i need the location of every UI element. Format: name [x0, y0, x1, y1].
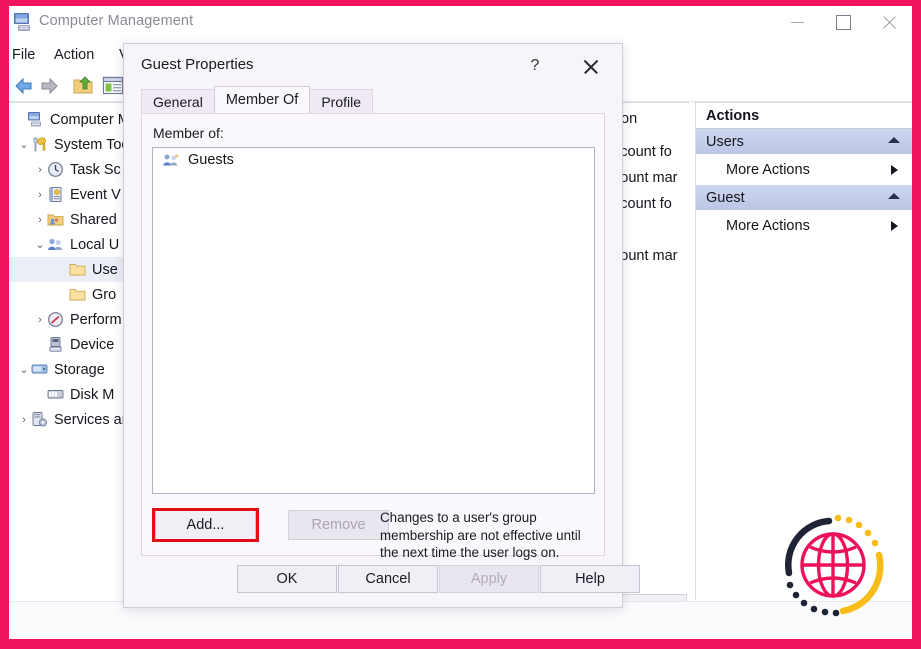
action-label: More Actions [726, 218, 810, 234]
window-titlebar: Computer Management [9, 6, 912, 43]
tree-node-label: Gro [92, 286, 117, 303]
globe-logo [767, 499, 899, 631]
up-folder-icon[interactable] [72, 75, 94, 101]
member-of-button-row: Add... Remove Changes to a user's group … [152, 508, 596, 560]
tree-node-label: Use [92, 261, 118, 278]
member-of-label: Member of: [153, 125, 224, 141]
list-item[interactable]: Guests [153, 148, 594, 172]
tree-node-label: Storage [54, 361, 105, 378]
twisty-icon[interactable]: › [33, 314, 47, 326]
tree-node-label: Shared [70, 211, 117, 228]
maximize-button[interactable] [820, 6, 866, 39]
tree-node-label: Disk M [70, 386, 115, 403]
computer-icon [27, 111, 44, 128]
shared-folders-icon [47, 211, 64, 228]
submenu-caret-icon[interactable] [891, 221, 898, 231]
screen-root: Computer Management File Action V [0, 0, 921, 649]
close-icon [582, 58, 599, 75]
help-button[interactable]: Help [540, 565, 640, 593]
collapse-caret-icon[interactable] [888, 137, 900, 143]
window-title: Computer Management [39, 13, 194, 29]
event-viewer-icon [47, 186, 64, 203]
maximize-icon [835, 15, 851, 30]
performance-icon [47, 311, 64, 328]
tree-node-label: Event V [70, 186, 121, 203]
tree-node-label: Task Sc [70, 161, 121, 178]
folder-icon [69, 261, 86, 278]
tree-node-label: Perform [70, 311, 122, 328]
list-item-label: Guests [188, 152, 234, 168]
dialog-tabstrip: General Member Of Profile [141, 86, 374, 113]
frame-left-border [0, 0, 9, 649]
dialog-footer: OK Cancel Apply Help [124, 561, 640, 607]
frame-top-border [0, 0, 921, 6]
dialog-close-button[interactable] [573, 52, 607, 80]
actions-pane-title: Actions [696, 103, 912, 129]
actions-group-label: Users [706, 133, 744, 150]
tree-node-label: Device [70, 336, 115, 353]
twisty-icon[interactable]: › [33, 164, 47, 176]
action-more-actions-users[interactable]: More Actions [696, 155, 912, 185]
close-button[interactable] [866, 6, 912, 39]
ok-button[interactable]: OK [237, 565, 337, 593]
frame-bottom-border [0, 639, 921, 649]
collapse-caret-icon[interactable] [888, 193, 900, 199]
services-applications-icon [31, 411, 48, 428]
device-manager-icon [47, 336, 64, 353]
storage-icon [31, 361, 48, 378]
forward-arrow-icon[interactable] [38, 76, 60, 101]
tree-node-label: Local U [70, 236, 120, 253]
twisty-icon[interactable]: › [17, 414, 31, 426]
back-arrow-icon[interactable] [13, 76, 35, 101]
dialog-help-button[interactable]: ? [520, 52, 550, 80]
tree-node-label: System Too [54, 136, 130, 153]
menu-file[interactable]: File [12, 47, 35, 63]
computer-management-icon [12, 12, 34, 32]
add-button-highlight [152, 508, 259, 542]
list-column-header-description[interactable]: on [621, 111, 637, 127]
local-users-groups-icon [47, 236, 64, 253]
guest-properties-dialog: Guest Properties ? General Member Of Pro… [123, 43, 640, 608]
action-label: More Actions [726, 162, 810, 178]
disk-management-icon [47, 386, 64, 403]
tab-member-of[interactable]: Member Of [213, 86, 311, 113]
tree-node-label: Services an [54, 411, 130, 428]
actions-group-label: Guest [706, 189, 745, 206]
submenu-caret-icon[interactable] [891, 165, 898, 175]
minimize-icon [790, 21, 804, 24]
remove-button: Remove [288, 510, 389, 540]
tab-profile[interactable]: Profile [309, 89, 374, 113]
group-icon [162, 152, 180, 168]
member-of-listbox[interactable]: Guests [152, 147, 595, 494]
twisty-icon[interactable]: ⌄ [17, 363, 31, 376]
twisty-icon[interactable]: ⌄ [17, 138, 31, 151]
cancel-button[interactable]: Cancel [338, 565, 438, 593]
system-tools-icon [31, 136, 48, 153]
tab-general[interactable]: General [141, 89, 215, 113]
dialog-titlebar: Guest Properties ? [124, 44, 622, 87]
show-hide-console-tree-icon[interactable] [102, 75, 124, 101]
twisty-icon[interactable]: › [33, 189, 47, 201]
apply-button: Apply [439, 565, 539, 593]
folder-icon [69, 286, 86, 303]
close-icon [881, 15, 897, 31]
dialog-title: Guest Properties [141, 56, 254, 73]
actions-group-users[interactable]: Users [696, 129, 912, 155]
tab-panel-member-of: Member of: Guests Add... Remove Changes … [141, 113, 605, 560]
twisty-icon[interactable]: ⌄ [33, 238, 47, 251]
twisty-icon[interactable]: › [33, 214, 47, 226]
minimize-button[interactable] [774, 6, 820, 39]
task-scheduler-icon [47, 161, 64, 178]
membership-note: Changes to a user's group membership are… [380, 510, 581, 560]
menu-action[interactable]: Action [54, 47, 94, 63]
actions-group-guest[interactable]: Guest [696, 185, 912, 211]
action-more-actions-guest[interactable]: More Actions [696, 211, 912, 241]
frame-right-border [912, 0, 921, 649]
